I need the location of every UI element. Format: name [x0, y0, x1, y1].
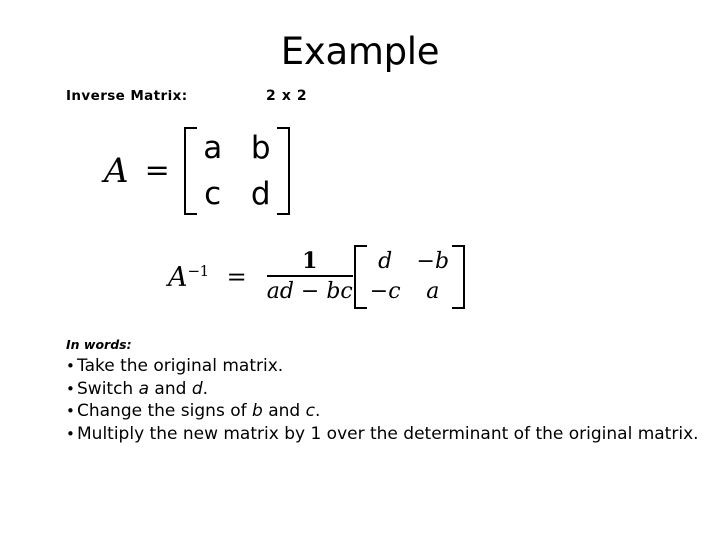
item-text-pre: Switch: [77, 378, 139, 399]
list-item-text: Take the original matrix.: [77, 355, 283, 378]
matrix-cell-b: b: [250, 130, 271, 166]
equals-sign: =: [144, 153, 170, 188]
item-text-mid: and: [149, 378, 192, 399]
adjugate-cell-neg-c: −c: [369, 279, 401, 304]
inverse-symbol-base: A: [168, 261, 188, 293]
topic-label: Inverse Matrix:: [66, 88, 188, 104]
fraction-numerator: 1: [302, 248, 318, 274]
bullet-icon: •: [66, 424, 75, 443]
item-var-1: b: [252, 401, 263, 421]
list-item-text: Change the signs of b and c.: [77, 400, 320, 423]
matrix-definition-equation: A = a b c d: [104, 126, 290, 216]
item-text-pre: Multiply the new matrix by 1 over the de…: [77, 423, 699, 444]
item-text-post: .: [202, 378, 209, 399]
list-item-text: Multiply the new matrix by 1 over the de…: [77, 423, 699, 446]
list-item: • Change the signs of b and c.: [66, 400, 706, 423]
in-words-heading: In words:: [66, 337, 132, 352]
item-text-pre: Take the original matrix.: [77, 356, 284, 376]
inverse-matrix-symbol: A−1: [168, 261, 210, 293]
item-text-pre: Change the signs of: [77, 401, 252, 421]
dimensions-label: 2 x 2: [266, 88, 308, 104]
list-item-text: Switch a and d.: [77, 378, 208, 401]
item-text-mid: and: [262, 401, 306, 421]
bullet-icon: •: [66, 379, 75, 398]
item-var-2: d: [191, 378, 203, 399]
bullet-icon: •: [66, 402, 75, 420]
item-text-post: .: [314, 401, 321, 421]
slide-canvas: Example Inverse Matrix: 2 x 2 A = a b c …: [0, 0, 720, 540]
in-words-bullet-list: • Take the original matrix. • Switch a a…: [66, 355, 706, 445]
item-var-1: a: [138, 378, 150, 399]
matrix-cell-d: d: [250, 176, 271, 212]
list-item: • Multiply the new matrix by 1 over the …: [66, 423, 706, 446]
matrix-cell-a: a: [203, 130, 223, 166]
matrix-bracket: a b c d: [183, 127, 290, 215]
matrix-symbol-a: A: [104, 151, 129, 191]
adjugate-cell-d: d: [378, 249, 393, 274]
list-item: • Switch a and d.: [66, 378, 706, 401]
bullet-icon: •: [66, 357, 75, 375]
adjugate-matrix-body: d −b −c a: [363, 247, 456, 307]
page-title: Example: [280, 30, 440, 73]
matrix-cell-c: c: [204, 176, 222, 212]
list-item: • Take the original matrix.: [66, 355, 706, 378]
matrix-body: a b c d: [193, 128, 281, 214]
equals-sign-inverse: =: [226, 263, 247, 291]
adjugate-cell-a: a: [426, 279, 440, 304]
fraction-denominator: ad − bc: [266, 279, 353, 304]
adjugate-cell-neg-b: −b: [416, 249, 450, 274]
determinant-fraction: 1 ad − bc: [266, 248, 353, 306]
inverse-symbol-exponent: −1: [187, 261, 210, 280]
item-var-2: c: [305, 401, 315, 421]
adjugate-matrix-bracket: d −b −c a: [353, 245, 466, 309]
inverse-formula-equation: A−1 = 1 ad − bc d −b −c a: [168, 244, 466, 310]
